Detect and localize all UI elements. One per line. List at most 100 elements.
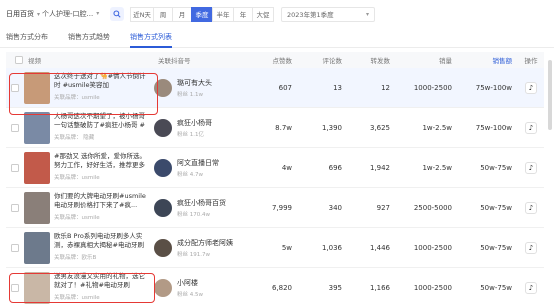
author-name[interactable]: 成分配方师老阿姨: [177, 238, 233, 248]
period-value: 2023年第1季度: [287, 11, 334, 19]
category-select[interactable]: 日用百货 ▾: [6, 6, 42, 22]
table-row[interactable]: 欧乐B Pro系列电动牙刷多人实测，赤裸真相大揭秘#电动牙刷推荐... 关联品牌…: [6, 228, 544, 268]
author-name[interactable]: 疯狂小杨哥: [177, 118, 212, 128]
period-option[interactable]: 半年: [212, 6, 234, 22]
revenue-value: 50w-75w: [480, 203, 512, 212]
author-name[interactable]: 阿文直播日常: [177, 158, 219, 168]
video-thumbnail[interactable]: [24, 191, 50, 224]
video-title[interactable]: 欧乐B Pro系列电动牙刷多人实测，赤裸真相大揭秘#电动牙刷推荐...: [54, 232, 150, 250]
period-option[interactable]: 近N天: [130, 6, 154, 22]
column-comments[interactable]: 评论数: [298, 55, 348, 65]
sales-value: 1w-2.5w: [422, 123, 452, 132]
column-likes[interactable]: 点赞数: [246, 55, 298, 65]
period-option[interactable]: 月: [172, 6, 192, 22]
search-icon: [113, 10, 121, 18]
video-thumbnail[interactable]: [24, 111, 50, 144]
shop-select[interactable]: 个人护理-口腔... ▾: [42, 6, 106, 22]
author-followers: 粉丝 191.7w: [177, 251, 210, 258]
row-checkbox-cell: [6, 163, 24, 172]
comments-value: 340: [328, 203, 342, 212]
period-picker[interactable]: 2023年第1季度 ▾: [281, 6, 375, 22]
tab-item[interactable]: 销售方式列表: [130, 32, 180, 48]
author-name[interactable]: 小阿楼: [177, 278, 203, 288]
header-checkbox-cell: [6, 56, 24, 64]
comments-value: 1,036: [321, 243, 342, 252]
video-brand: 关联品牌：usmile: [54, 214, 100, 221]
avatar[interactable]: [154, 118, 172, 137]
shop-value: 个人护理-口腔...: [42, 9, 94, 18]
likes-value: 6,820: [271, 283, 292, 292]
revenue-value: 75w-100w: [475, 123, 512, 132]
author-cell: 成分配方师老阿姨 粉丝 191.7w: [154, 238, 246, 258]
tiktok-icon[interactable]: ♪: [525, 201, 537, 214]
video-cell: #那劲又 选你所爱，爱你所选。努力工作，好好生活，推荐更多实... 关联品牌：u…: [24, 151, 154, 184]
table-row[interactable]: #那劲又 选你所爱，爱你所选。努力工作，好好生活，推荐更多实... 关联品牌：u…: [6, 148, 544, 188]
likes-value: 5w: [281, 243, 292, 252]
sales-value: 1w-2.5w: [422, 163, 452, 172]
tiktok-icon[interactable]: ♪: [525, 241, 537, 254]
row-checkbox-cell: [6, 123, 24, 132]
row-checkbox[interactable]: [11, 203, 19, 212]
category-value: 日用百货: [6, 10, 34, 18]
highlight-box-first-row: [9, 73, 158, 115]
row-checkbox[interactable]: [11, 123, 19, 132]
scrollbar[interactable]: [548, 60, 552, 130]
likes-value: 4w: [281, 163, 292, 172]
author-name[interactable]: 璐可有大头: [177, 78, 212, 88]
shares-value: 3,625: [369, 123, 390, 132]
author-followers: 粉丝 4.7w: [177, 171, 203, 178]
search-button[interactable]: [110, 7, 124, 21]
period-option[interactable]: 年: [233, 6, 253, 22]
video-title[interactable]: #那劲又 选你所爱，爱你所选。努力工作，好好生活，推荐更多实...: [54, 152, 150, 170]
column-video: 视频: [28, 57, 41, 65]
revenue-value: 50w-75w: [480, 283, 512, 292]
tiktok-icon[interactable]: ♪: [525, 81, 537, 94]
table-header: 视频 关联抖音号 点赞数 评论数 转发数 销量 销售额 操作: [6, 52, 544, 68]
highlight-box-last-row: [9, 273, 155, 303]
chevron-down-icon: ▾: [37, 10, 41, 18]
avatar[interactable]: [154, 238, 172, 257]
tab-item[interactable]: 销售方式分布: [6, 32, 56, 47]
row-checkbox[interactable]: [11, 163, 19, 172]
action-cell: ♪: [518, 281, 544, 294]
video-thumbnail[interactable]: [24, 151, 50, 184]
sales-value: 1000-2500: [413, 243, 452, 252]
shares-value: 1,166: [369, 283, 390, 292]
tiktok-icon[interactable]: ♪: [525, 281, 537, 294]
comments-value: 1,390: [321, 123, 342, 132]
revenue-value: 75w-100w: [475, 83, 512, 92]
chevron-down-icon: ▾: [96, 10, 100, 17]
author-cell: 疯狂小杨哥 粉丝 1.1亿: [154, 118, 246, 138]
row-checkbox-cell: [6, 203, 24, 212]
avatar[interactable]: [154, 278, 172, 297]
video-thumbnail[interactable]: [24, 231, 50, 264]
table-row[interactable]: 你们要的大牌电动牙刷#usmile电动牙刷价格打下来了#疯... 关联品牌：us…: [6, 188, 544, 228]
column-revenue[interactable]: 销售额: [458, 55, 518, 65]
period-option[interactable]: 季度: [191, 6, 213, 22]
video-brand: 关联品牌：欧乐B: [54, 254, 97, 261]
shares-value: 1,942: [369, 163, 390, 172]
tab-item[interactable]: 销售方式趋势: [68, 32, 118, 47]
video-title[interactable]: 你们要的大牌电动牙刷#usmile电动牙刷价格打下来了#疯...: [54, 192, 150, 210]
comments-value: 696: [328, 163, 342, 172]
column-sales[interactable]: 销量: [396, 55, 458, 65]
author-cell: 疯狂小杨哥百货 粉丝 170.4w: [154, 198, 246, 218]
avatar[interactable]: [154, 158, 172, 177]
select-all-checkbox[interactable]: [15, 56, 23, 64]
row-checkbox[interactable]: [11, 243, 19, 252]
period-option[interactable]: 大促: [252, 6, 274, 22]
tiktok-icon[interactable]: ♪: [525, 161, 537, 174]
author-followers: 粉丝 1.1亿: [177, 131, 204, 138]
tiktok-icon[interactable]: ♪: [525, 121, 537, 134]
column-shares[interactable]: 转发数: [348, 55, 396, 65]
action-cell: ♪: [518, 81, 544, 94]
likes-value: 8.7w: [275, 123, 292, 132]
avatar[interactable]: [154, 198, 172, 217]
action-cell: ♪: [518, 121, 544, 134]
author-name[interactable]: 疯狂小杨哥百货: [177, 198, 226, 208]
action-cell: ♪: [518, 161, 544, 174]
sales-value: 2500-5000: [413, 203, 452, 212]
chevron-down-icon: ▾: [365, 10, 369, 18]
row-checkbox-cell: [6, 243, 24, 252]
period-option[interactable]: 周: [153, 6, 173, 22]
